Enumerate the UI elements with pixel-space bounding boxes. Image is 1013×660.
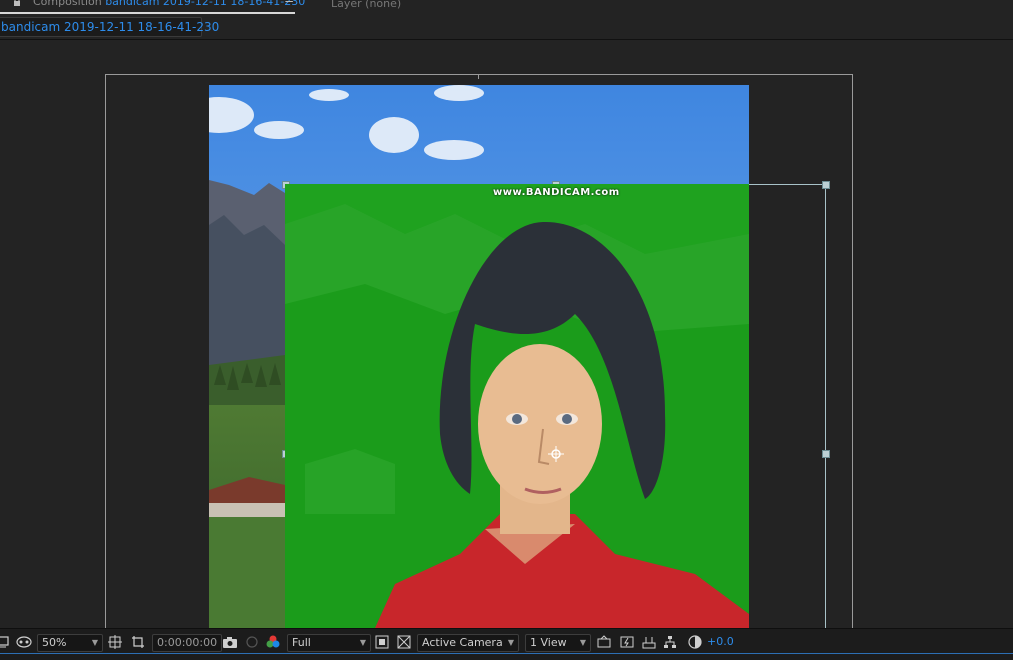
transparency-grid-icon[interactable] — [397, 635, 411, 649]
toggle-pixel-aspect-icon[interactable] — [597, 635, 611, 649]
anchor-point-icon[interactable] — [548, 446, 564, 462]
view-layout-value: 1 View — [530, 636, 567, 649]
camera-select[interactable]: Active Camera ▼ — [417, 634, 519, 652]
panel-header: Composition bandicam 2019-12-11 18-16-41… — [0, 0, 1013, 14]
frame-center-tick — [478, 74, 479, 79]
toolbar-accent-line — [0, 653, 1013, 654]
snapshot-icon[interactable] — [245, 635, 259, 649]
mask-icon[interactable] — [16, 635, 32, 649]
composition-tab-row: bandicam 2019-12-11 18-16-41-230 — [0, 14, 1013, 40]
composition-viewer[interactable]: www.BANDICAM.com — [0, 40, 1013, 628]
composition-name: bandicam 2019-12-11 18-16-41-230 — [105, 0, 306, 8]
lock-icon[interactable] — [13, 0, 21, 6]
region-of-interest-icon[interactable] — [375, 635, 389, 649]
camera-icon[interactable] — [222, 635, 237, 649]
zoom-select[interactable]: 50% ▼ — [37, 634, 103, 652]
timeline-icon[interactable] — [642, 635, 656, 649]
composition-panel-tab[interactable]: Composition bandicam 2019-12-11 18-16-41… — [0, 0, 305, 14]
transform-handle-top-right[interactable] — [822, 181, 830, 189]
layer-panel-tab[interactable]: Layer (none) — [331, 0, 401, 9]
monitor-icon[interactable] — [0, 635, 10, 649]
exposure-icon[interactable] — [688, 635, 702, 649]
view-layout-select[interactable]: 1 View ▼ — [525, 634, 591, 652]
fast-preview-icon[interactable] — [620, 635, 634, 649]
bandicam-watermark: www.BANDICAM.com — [493, 187, 620, 198]
flowchart-icon[interactable] — [663, 635, 677, 649]
color-channel-icon[interactable] — [266, 635, 280, 649]
crop-icon[interactable] — [131, 635, 145, 649]
resolution-select[interactable]: Full ▼ — [287, 634, 371, 652]
menu-icon[interactable]: ≡ — [284, 0, 294, 5]
resolution-value: Full — [292, 636, 311, 649]
camera-value: Active Camera — [422, 636, 503, 649]
chevron-down-icon: ▼ — [91, 638, 98, 647]
chevron-down-icon: ▼ — [359, 638, 366, 647]
exposure-value[interactable]: +0.0 — [707, 634, 734, 650]
chevron-down-icon: ▼ — [579, 638, 586, 647]
composition-prefix: Composition — [33, 0, 102, 8]
viewer-toolbar: 50% ▼ 0:00:00:00 Full ▼ Active Camera ▼ … — [0, 628, 1013, 660]
chevron-down-icon: ▼ — [507, 638, 514, 647]
green-screen-layer[interactable] — [285, 184, 749, 628]
composition-tab[interactable]: bandicam 2019-12-11 18-16-41-230 — [0, 17, 219, 37]
transform-handle-middle-right[interactable] — [822, 450, 830, 458]
timecode-field[interactable]: 0:00:00:00 — [152, 634, 222, 652]
zoom-value: 50% — [42, 636, 67, 649]
composition-title: Composition bandicam 2019-12-11 18-16-41… — [33, 0, 306, 8]
grid-icon[interactable] — [108, 635, 122, 649]
